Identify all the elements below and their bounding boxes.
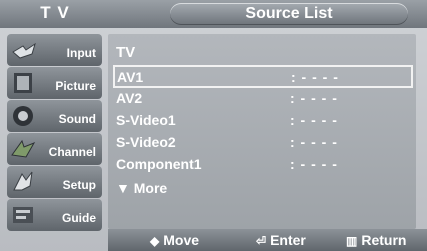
more-item[interactable]: ▼ More [116, 180, 167, 196]
footer-hints: ◆ Move ⏎ Enter ▥ Return [108, 229, 427, 251]
move-icon: ◆ [150, 234, 160, 248]
return-icon: ▥ [346, 234, 358, 248]
sidebar-item-guide[interactable]: Guide [7, 199, 102, 231]
sidebar-item-input[interactable]: Input [7, 34, 102, 66]
sidebar-item-label: Sound [58, 112, 96, 126]
source-name: S-Video2 [116, 134, 176, 150]
return-hint: ▥ Return [346, 232, 406, 248]
return-label: Return [361, 232, 407, 248]
source-row-av2[interactable]: AV2 : - - - - [114, 88, 414, 108]
sidebar-item-channel[interactable]: Channel [7, 133, 102, 165]
source-name: AV2 [116, 90, 143, 106]
enter-label: Enter [270, 232, 306, 248]
source-list-panel: TV AV1 : - - - - AV2 : - - - - S-Video1 … [108, 34, 416, 229]
sidebar-item-label: Guide [61, 211, 96, 225]
guide-icon [13, 207, 33, 223]
list-header: TV [116, 44, 136, 61]
sound-icon [13, 106, 33, 126]
source-name: Component1 [116, 156, 202, 172]
sidebar-item-setup[interactable]: Setup [7, 166, 102, 198]
source-row-svideo1[interactable]: S-Video1 : - - - - [114, 110, 414, 130]
enter-hint: ⏎ Enter [256, 232, 306, 248]
tv-label: T V [40, 3, 70, 22]
move-label: Move [163, 232, 200, 248]
sidebar-item-label: Input [66, 46, 96, 60]
move-hint: ◆ Move [150, 232, 199, 248]
source-value: : - - - - [290, 90, 338, 106]
source-row-component1[interactable]: Component1 : - - - - [114, 154, 414, 174]
title-pill: Source List [170, 3, 408, 25]
source-name: AV1 [117, 69, 144, 85]
source-value: : - - - - [290, 112, 338, 128]
page-title: Source List [245, 5, 333, 22]
channel-icon [11, 139, 36, 158]
sidebar-item-sound[interactable]: Sound [7, 100, 102, 132]
source-value: : - - - - [290, 134, 338, 150]
input-icon [12, 42, 36, 59]
source-value: : - - - - [290, 156, 338, 172]
sidebar-item-label: Picture [55, 79, 96, 93]
picture-icon [14, 73, 32, 93]
tv-menu-screen: T V Source List Input Picture Sound Chan… [0, 0, 427, 251]
sidebar-item-label: Setup [62, 178, 96, 192]
setup-icon [13, 171, 33, 191]
enter-icon: ⏎ [256, 234, 267, 248]
menu-header: T V Source List [0, 0, 427, 28]
source-row-svideo2[interactable]: S-Video2 : - - - - [114, 132, 414, 152]
sidebar-item-picture[interactable]: Picture [7, 67, 102, 99]
source-row-av1[interactable]: AV1 : - - - - [113, 65, 413, 88]
sidebar: Input Picture Sound Channel Setup Guide [7, 34, 102, 231]
source-name: S-Video1 [116, 112, 176, 128]
source-value: : - - - - [291, 69, 339, 85]
sidebar-item-label: Channel [48, 145, 96, 159]
